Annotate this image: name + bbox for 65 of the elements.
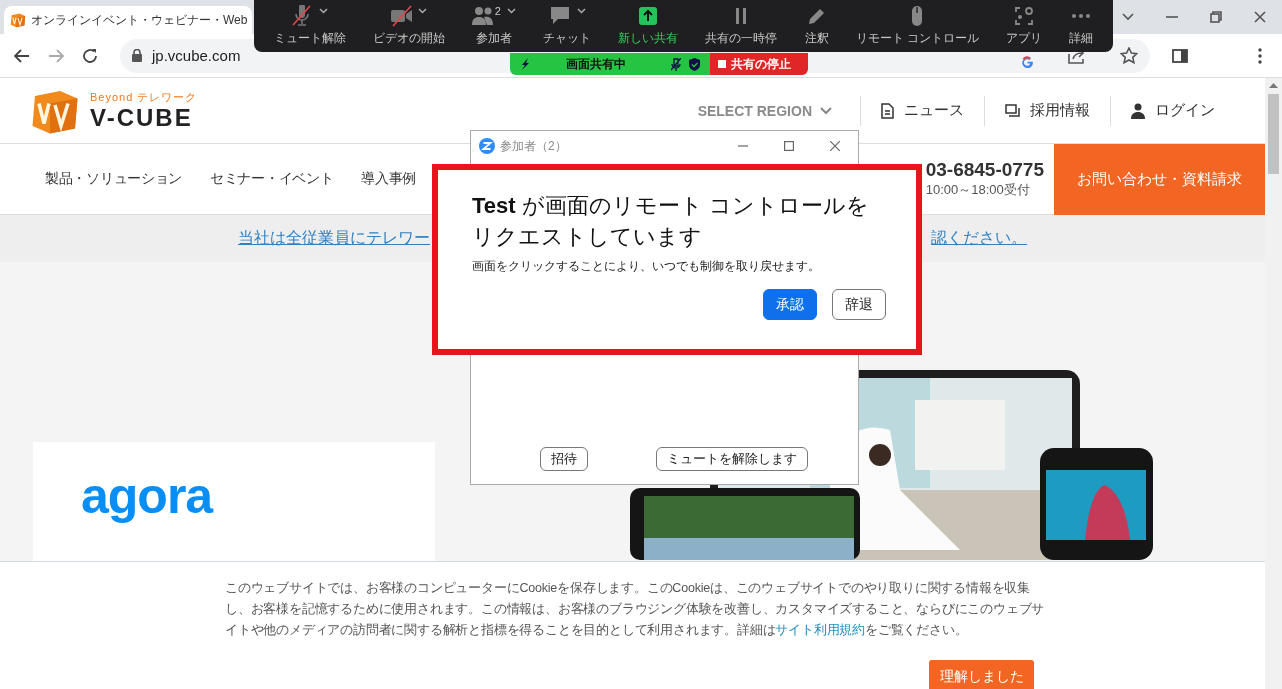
window-button[interactable]: ミュートを解除します [656, 447, 808, 471]
terms-link[interactable]: サイト利用規約 [775, 623, 865, 637]
caret-icon[interactable] [506, 8, 516, 14]
microphone-off-icon [291, 5, 314, 27]
maximize-icon[interactable] [784, 141, 794, 151]
video-off-icon [390, 5, 413, 27]
scroll-up-icon[interactable] [1269, 82, 1278, 88]
window-title: 参加者（2） [500, 137, 567, 155]
nav-item[interactable]: 導入事例 [361, 170, 417, 188]
window-button[interactable]: 招待 [540, 447, 588, 471]
nav-item[interactable]: セミナー・イベント [210, 170, 334, 188]
close-icon[interactable] [1254, 11, 1266, 23]
windows-icon [1005, 104, 1020, 117]
sharing-status: 画面共有中 [566, 55, 626, 73]
sidebar-icon[interactable] [1172, 48, 1188, 63]
restore-icon[interactable] [1210, 11, 1222, 23]
people-icon [471, 5, 494, 27]
business-hours: 10:00～18:00受付 [925, 181, 1030, 199]
user-icon [1131, 102, 1145, 119]
notice-link[interactable]: 当社は全従業員にテレワー [238, 228, 430, 249]
header-link[interactable]: ログイン [1110, 95, 1235, 126]
shield-icon [689, 57, 700, 71]
back-arrow-icon[interactable] [14, 48, 30, 63]
logo-name: V-CUBE [90, 105, 194, 131]
browser-tab[interactable]: オンラインイベント・ウェビナー・Web [4, 6, 252, 34]
dialog-title: Test が画面のリモート コントロールをリクエストしています [472, 192, 870, 251]
header-link[interactable]: ニュース [860, 95, 984, 126]
stop-icon [718, 60, 726, 68]
bookmark-star-icon[interactable] [1120, 47, 1138, 64]
google-icon[interactable] [1021, 55, 1034, 68]
chevron-down-icon [820, 106, 832, 115]
scroll-thumb[interactable] [1268, 94, 1279, 174]
grip-icon[interactable] [520, 58, 530, 70]
chat-icon [548, 5, 571, 27]
chevron-down-icon[interactable] [1122, 13, 1134, 21]
lock-icon [132, 49, 142, 62]
tab-title: オンラインイベント・ウェビナー・Web [31, 11, 248, 29]
header-link[interactable]: 採用情報 [984, 95, 1110, 126]
app-icon [479, 138, 495, 154]
apps-icon [1013, 5, 1036, 27]
decline-button[interactable]: 辞退 [832, 289, 886, 320]
menu-icon[interactable] [1258, 47, 1262, 64]
notice-link[interactable]: 認ください。 [931, 228, 1027, 249]
dialog-message: 画面をクリックすることにより、いつでも制御を取り戻せます。 [472, 258, 821, 275]
stop-sharing-button[interactable]: 共有の停止 [710, 53, 808, 75]
accept-button[interactable]: 承認 [763, 289, 817, 320]
more-icon [1072, 14, 1091, 18]
favicon-icon [10, 12, 26, 28]
document-icon [881, 102, 894, 119]
pause-icon [736, 8, 747, 24]
participant-count: 2 [494, 5, 501, 17]
microphone-off-icon [671, 57, 681, 71]
cookie-notice: このウェブサイトでは、お客様のコンピューターにCookieを保存します。このCookieは、このウェブサイトでのやり取りに関する情報を収集し、お客様を記憶するために使用されます。この情報は、お客様のブラウジング体験を改善し、カスタマイズすること、ならびにこのウェブサイトや他のメディアの訪問者に関する解析と指標を得ることを目的として利用されます。詳細はサイト利用規約をご覧ください。 [225, 580, 1046, 639]
reload-icon[interactable] [82, 47, 98, 64]
nav-item[interactable]: 製品・ソリューション [45, 170, 182, 188]
caret-icon[interactable] [576, 8, 586, 14]
brand-logo: agora [81, 468, 213, 524]
mouse-icon [912, 6, 923, 26]
url-text: jp.vcube.com [152, 47, 241, 64]
logo-tagline: Beyond テレワーク [90, 90, 198, 105]
caret-icon[interactable] [418, 8, 428, 14]
phone-number: 03-6845-0775 [925, 159, 1044, 181]
pencil-icon [808, 8, 825, 24]
close-icon[interactable] [830, 141, 840, 151]
caret-icon[interactable] [319, 8, 329, 14]
